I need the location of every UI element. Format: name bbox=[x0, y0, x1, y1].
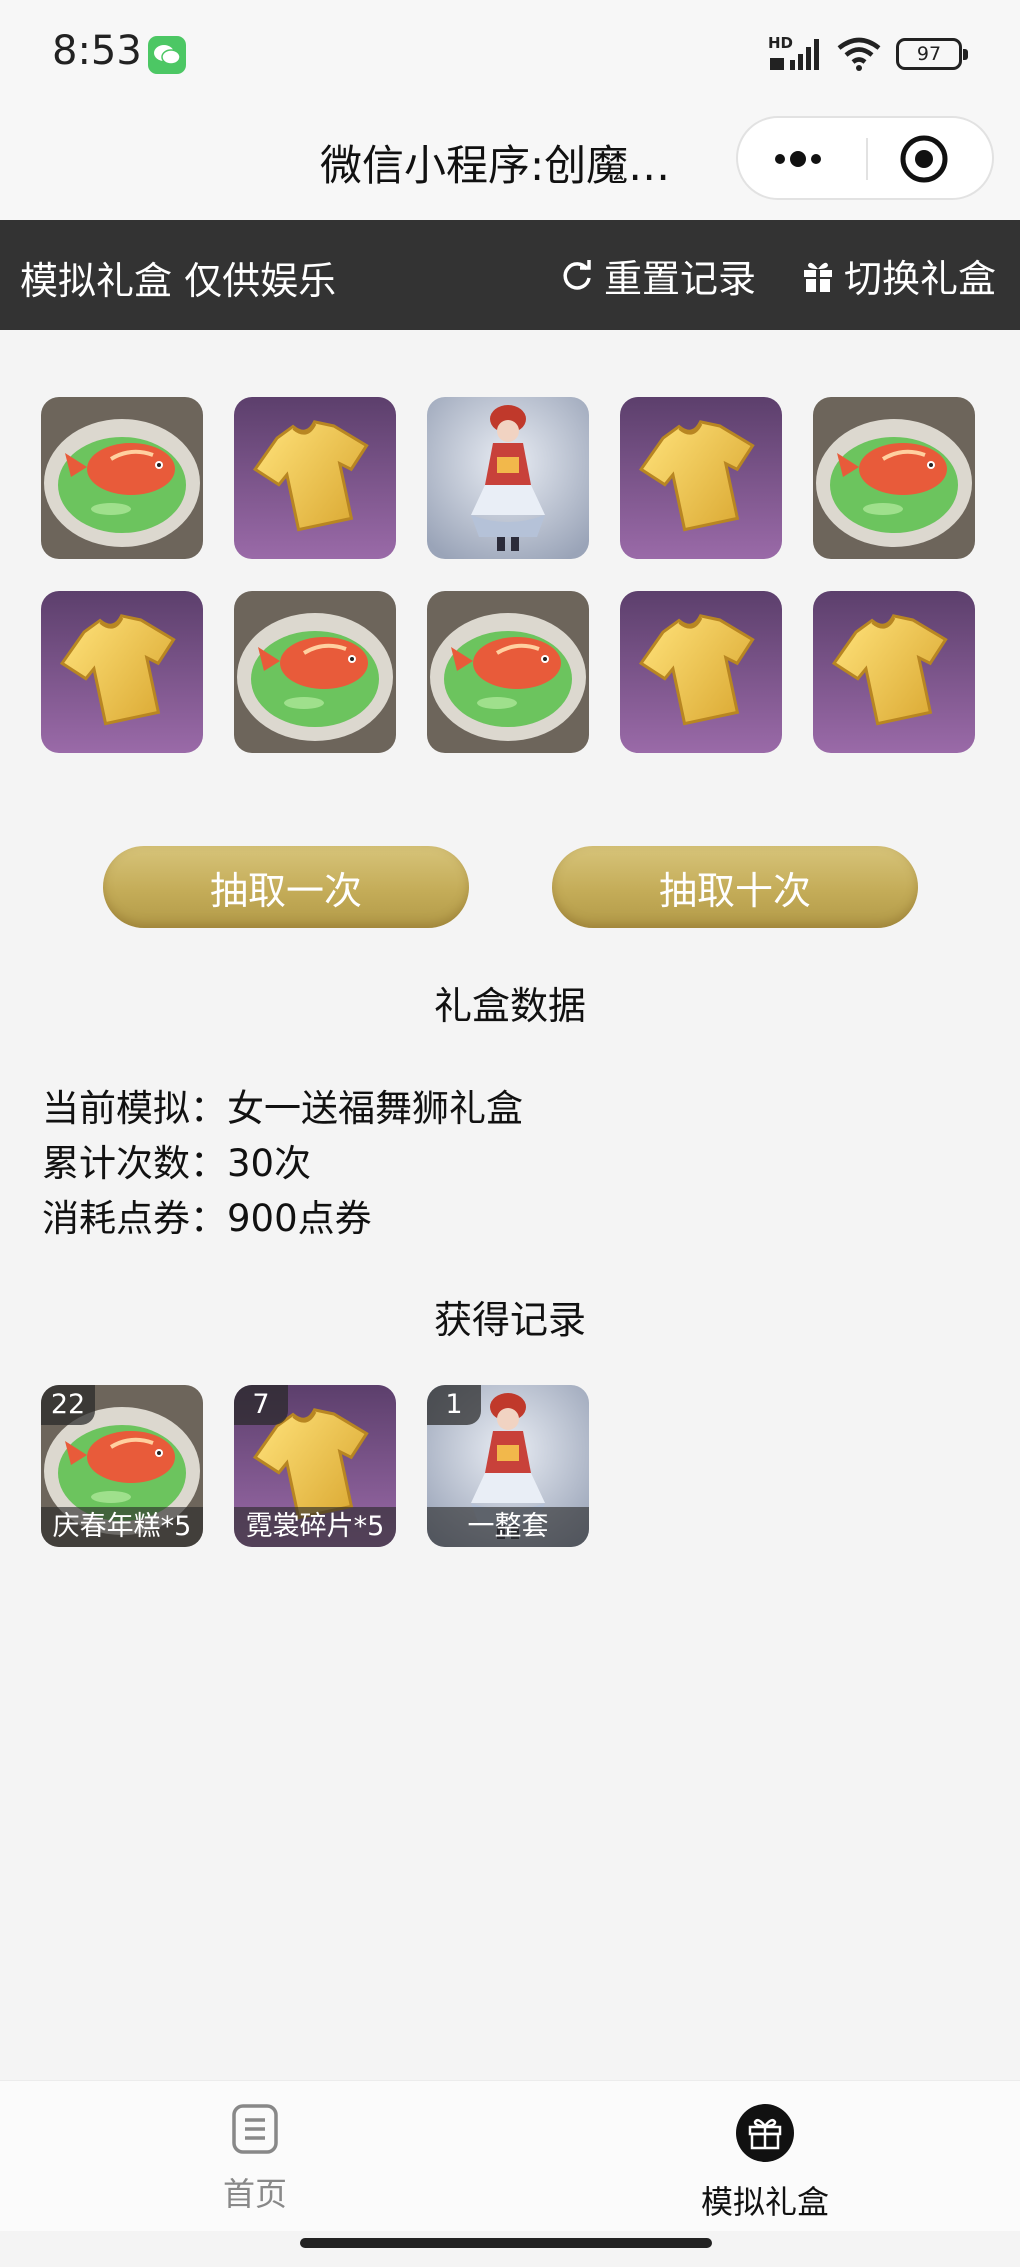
stats-title: 礼盒数据 bbox=[433, 984, 586, 1028]
switch-gift-box-button[interactable]: 切换礼盒 bbox=[802, 248, 996, 303]
switch-label: 切换礼盒 bbox=[844, 257, 997, 301]
refresh-icon bbox=[563, 259, 591, 290]
capsule-menu bbox=[736, 116, 994, 200]
record-label: 霓裳碎片*5 bbox=[234, 1507, 396, 1547]
draw-count-value: 30次 bbox=[227, 1142, 312, 1185]
wifi-icon bbox=[837, 37, 881, 71]
network-label: HD bbox=[768, 34, 794, 52]
tab-home-label: 首页 bbox=[222, 2175, 287, 2213]
page-title: 微信小程序:创魔… bbox=[320, 141, 671, 190]
costume-figure-icon bbox=[427, 397, 589, 559]
reset-label: 重置记录 bbox=[604, 257, 757, 301]
result-tile bbox=[427, 591, 589, 753]
tab-gift-box-label: 模拟礼盒 bbox=[700, 2183, 829, 2221]
gold-shirt-icon bbox=[620, 397, 782, 559]
result-tile bbox=[620, 397, 782, 559]
target-close-icon bbox=[900, 135, 948, 183]
gold-shirt-icon bbox=[41, 591, 203, 753]
mini-program-nav-bar: 微信小程序:创魔… bbox=[0, 110, 1020, 220]
close-mini-program-button[interactable] bbox=[868, 118, 992, 198]
gold-shirt-icon bbox=[234, 397, 396, 559]
current-box-value: 女一送福舞狮礼盒 bbox=[227, 1087, 523, 1130]
status-indicators: HD 97 bbox=[768, 34, 968, 74]
reset-records-button[interactable]: 重置记录 bbox=[560, 248, 756, 303]
gold-shirt-icon bbox=[813, 591, 975, 753]
result-tile bbox=[620, 591, 782, 753]
record-count: 7 bbox=[234, 1385, 288, 1425]
tab-home[interactable]: 首页 bbox=[155, 2103, 355, 2215]
tab-gift-box[interactable]: 模拟礼盒 bbox=[665, 2103, 865, 2223]
battery-level: 97 bbox=[916, 43, 942, 65]
record-count: 1 bbox=[427, 1385, 481, 1425]
home-indicator bbox=[300, 2238, 712, 2248]
fish-dish-icon bbox=[41, 397, 203, 559]
fish-dish-icon bbox=[813, 397, 975, 559]
cost-line: 消耗点券：900点券 bbox=[42, 1188, 372, 1242]
fish-dish-icon bbox=[234, 591, 396, 753]
draw-ten-button[interactable]: 抽取十次 bbox=[552, 846, 918, 928]
header-title: 模拟礼盒 仅供娱乐 bbox=[20, 259, 337, 303]
status-time: 8:53 bbox=[52, 28, 142, 74]
status-bar: 8:53 HD 97 bbox=[0, 0, 1020, 110]
record-label: 庆春年糕*5 bbox=[41, 1507, 203, 1547]
more-button[interactable] bbox=[738, 118, 866, 198]
gift-box-tab-icon bbox=[736, 2104, 794, 2162]
fish-dish-icon bbox=[427, 591, 589, 753]
records-list: 22 庆春年糕*5 7 霓裳碎片*5 1 一整套 bbox=[41, 1385, 589, 1547]
draw-count-line: 累计次数：30次 bbox=[42, 1133, 311, 1187]
record-item: 22 庆春年糕*5 bbox=[41, 1385, 203, 1547]
document-icon bbox=[232, 2104, 278, 2154]
more-dots-icon bbox=[775, 151, 821, 167]
tab-bar: 首页 模拟礼盒 bbox=[0, 2080, 1020, 2231]
current-box-label: 当前模拟： bbox=[42, 1087, 227, 1130]
record-count: 22 bbox=[41, 1385, 95, 1425]
result-tile bbox=[41, 397, 203, 559]
gold-shirt-icon bbox=[620, 591, 782, 753]
record-item: 7 霓裳碎片*5 bbox=[234, 1385, 396, 1547]
signal-icon: HD bbox=[768, 34, 822, 72]
record-item: 1 一整套 bbox=[427, 1385, 589, 1547]
draw-results-grid bbox=[41, 397, 977, 753]
draw-once-button[interactable]: 抽取一次 bbox=[103, 846, 469, 928]
gift-box-header: 模拟礼盒 仅供娱乐 重置记录 切换礼盒 bbox=[0, 220, 1020, 330]
wechat-icon bbox=[148, 36, 186, 74]
result-tile bbox=[41, 591, 203, 753]
result-tile bbox=[813, 591, 975, 753]
result-tile bbox=[234, 397, 396, 559]
result-tile bbox=[427, 397, 589, 559]
draw-count-label: 累计次数： bbox=[42, 1142, 227, 1185]
cost-value: 900点券 bbox=[227, 1197, 372, 1240]
record-label: 一整套 bbox=[427, 1507, 589, 1547]
cost-label: 消耗点券： bbox=[42, 1197, 227, 1240]
gift-icon bbox=[804, 262, 832, 292]
result-tile bbox=[234, 591, 396, 753]
records-title: 获得记录 bbox=[433, 1298, 586, 1342]
current-box-line: 当前模拟：女一送福舞狮礼盒 bbox=[42, 1078, 523, 1132]
battery-icon: 97 bbox=[896, 38, 968, 70]
result-tile bbox=[813, 397, 975, 559]
